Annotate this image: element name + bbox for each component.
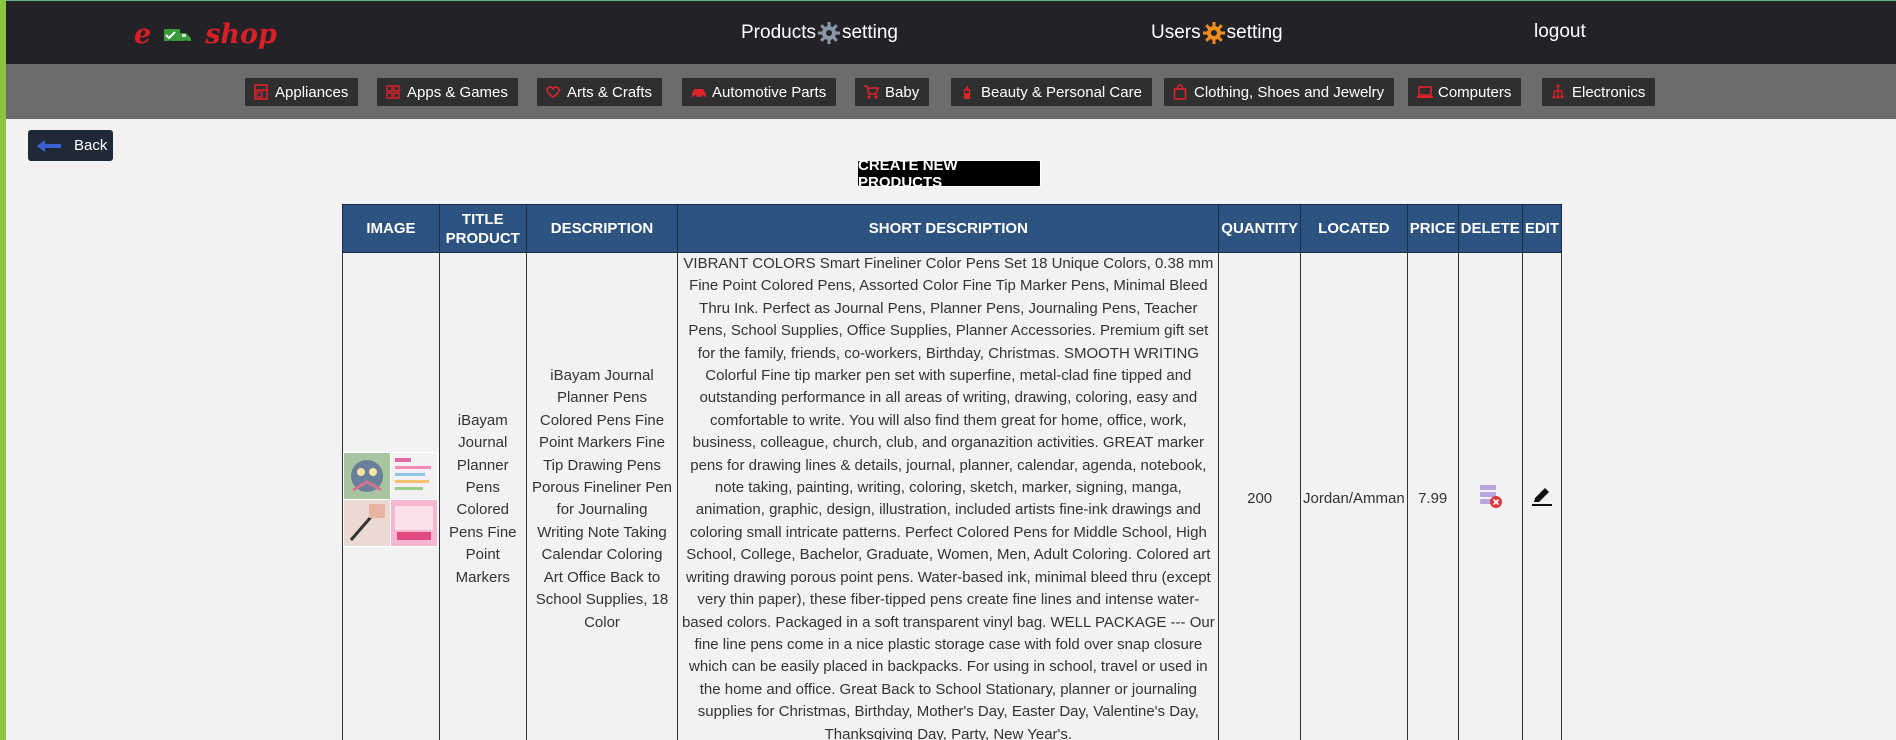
header-title-product: TITLE PRODUCT (438, 204, 527, 253)
products-setting-link[interactable]: Products setting (741, 21, 898, 45)
category-apps-games[interactable]: Apps & Games (377, 78, 518, 106)
appliance-icon (253, 84, 269, 100)
users-setting-label: setting (1226, 22, 1283, 43)
header-edit: EDIT (1521, 204, 1563, 253)
header-image: IMAGE (342, 204, 440, 253)
pencil-edit-icon[interactable] (1530, 484, 1554, 515)
product-image-cell (342, 252, 440, 740)
heart-hand-icon (545, 84, 561, 100)
products-setting-label: setting (841, 22, 898, 43)
brand-logo[interactable]: e shop (134, 17, 277, 51)
create-new-products-button[interactable]: CREATE NEW PRODUCTS (857, 157, 1041, 191)
gear-icon (817, 21, 841, 45)
product-quantity-cell: 200 (1218, 252, 1301, 740)
header-title-line-2: PRODUCT (445, 229, 520, 247)
category-baby[interactable]: Baby (855, 78, 930, 106)
category-computers[interactable]: Computers (1408, 78, 1522, 106)
product-edit-cell (1521, 252, 1563, 740)
product-title-cell: iBayam Journal Planner Pens Colored Pens… (438, 252, 527, 740)
category-label: Apps & Games (407, 83, 508, 101)
category-label: Arts & Crafts (567, 83, 653, 101)
apps-icon (385, 84, 401, 100)
top-navbar: e shop Products setting Users setting lo… (6, 0, 1896, 64)
gear-icon (1202, 21, 1226, 45)
header-short-description: SHORT DESCRIPTION (677, 204, 1220, 253)
header-price: PRICE (1406, 204, 1459, 253)
category-arts-crafts[interactable]: Arts & Crafts (537, 78, 663, 106)
header-located: LOCATED (1299, 204, 1408, 253)
lipstick-icon (959, 84, 975, 100)
header-description: DESCRIPTION (525, 204, 679, 253)
product-description-cell: iBayam Journal Planner Pens Colored Pens… (525, 252, 679, 740)
product-thumbnail[interactable] (343, 451, 439, 547)
header-title-line-1: TITLE (461, 210, 504, 228)
category-label: Automotive Parts (712, 83, 827, 101)
table-row: iBayam Journal Planner Pens Colored Pens… (342, 252, 1563, 740)
product-located-cell: Jordan/Amman (1299, 252, 1408, 740)
product-delete-cell (1457, 252, 1523, 740)
back-label: Back (74, 137, 108, 154)
category-appliances[interactable]: Appliances (245, 78, 359, 106)
category-bar: Appliances Apps & Games Arts & Crafts Au… (6, 64, 1896, 119)
delete-icon[interactable] (1476, 482, 1504, 517)
brand-e: e (134, 18, 152, 50)
product-price-cell: 7.99 (1406, 252, 1459, 740)
logout-label: logout (1534, 21, 1586, 42)
stroller-icon (863, 84, 880, 100)
category-label: Appliances (275, 83, 349, 101)
header-delete: DELETE (1457, 204, 1523, 253)
category-clothing-shoes-jewelry[interactable]: Clothing, Shoes and Jewelry (1164, 78, 1395, 106)
product-short-description-cell: VIBRANT COLORS Smart Fineliner Color Pen… (677, 252, 1220, 740)
category-label: Beauty & Personal Care (981, 83, 1142, 101)
category-label: Computers (1438, 83, 1512, 101)
users-setting-link[interactable]: Users setting (1151, 21, 1283, 45)
logout-link[interactable]: logout (1534, 21, 1586, 43)
header-quantity: QUANTITY (1218, 204, 1301, 253)
products-label: Products (741, 22, 816, 43)
back-button[interactable]: Back (28, 130, 113, 161)
category-label: Clothing, Shoes and Jewelry (1194, 83, 1385, 101)
truck-icon (163, 23, 193, 46)
laptop-icon (1416, 84, 1433, 100)
products-table: IMAGE TITLE PRODUCT DESCRIPTION SHORT DE… (342, 204, 1563, 740)
category-beauty-personal-care[interactable]: Beauty & Personal Care (951, 78, 1152, 106)
category-label: Electronics (1572, 83, 1646, 101)
bag-icon (1172, 84, 1188, 100)
category-label: Baby (885, 83, 920, 101)
car-icon (690, 84, 706, 100)
circuit-icon (1550, 84, 1566, 100)
category-electronics[interactable]: Electronics (1542, 78, 1656, 106)
table-header-row: IMAGE TITLE PRODUCT DESCRIPTION SHORT DE… (342, 204, 1563, 253)
brand-shop: shop (205, 18, 277, 50)
arrow-left-icon (36, 139, 62, 153)
category-automotive-parts[interactable]: Automotive Parts (682, 78, 837, 106)
users-label: Users (1151, 22, 1201, 43)
